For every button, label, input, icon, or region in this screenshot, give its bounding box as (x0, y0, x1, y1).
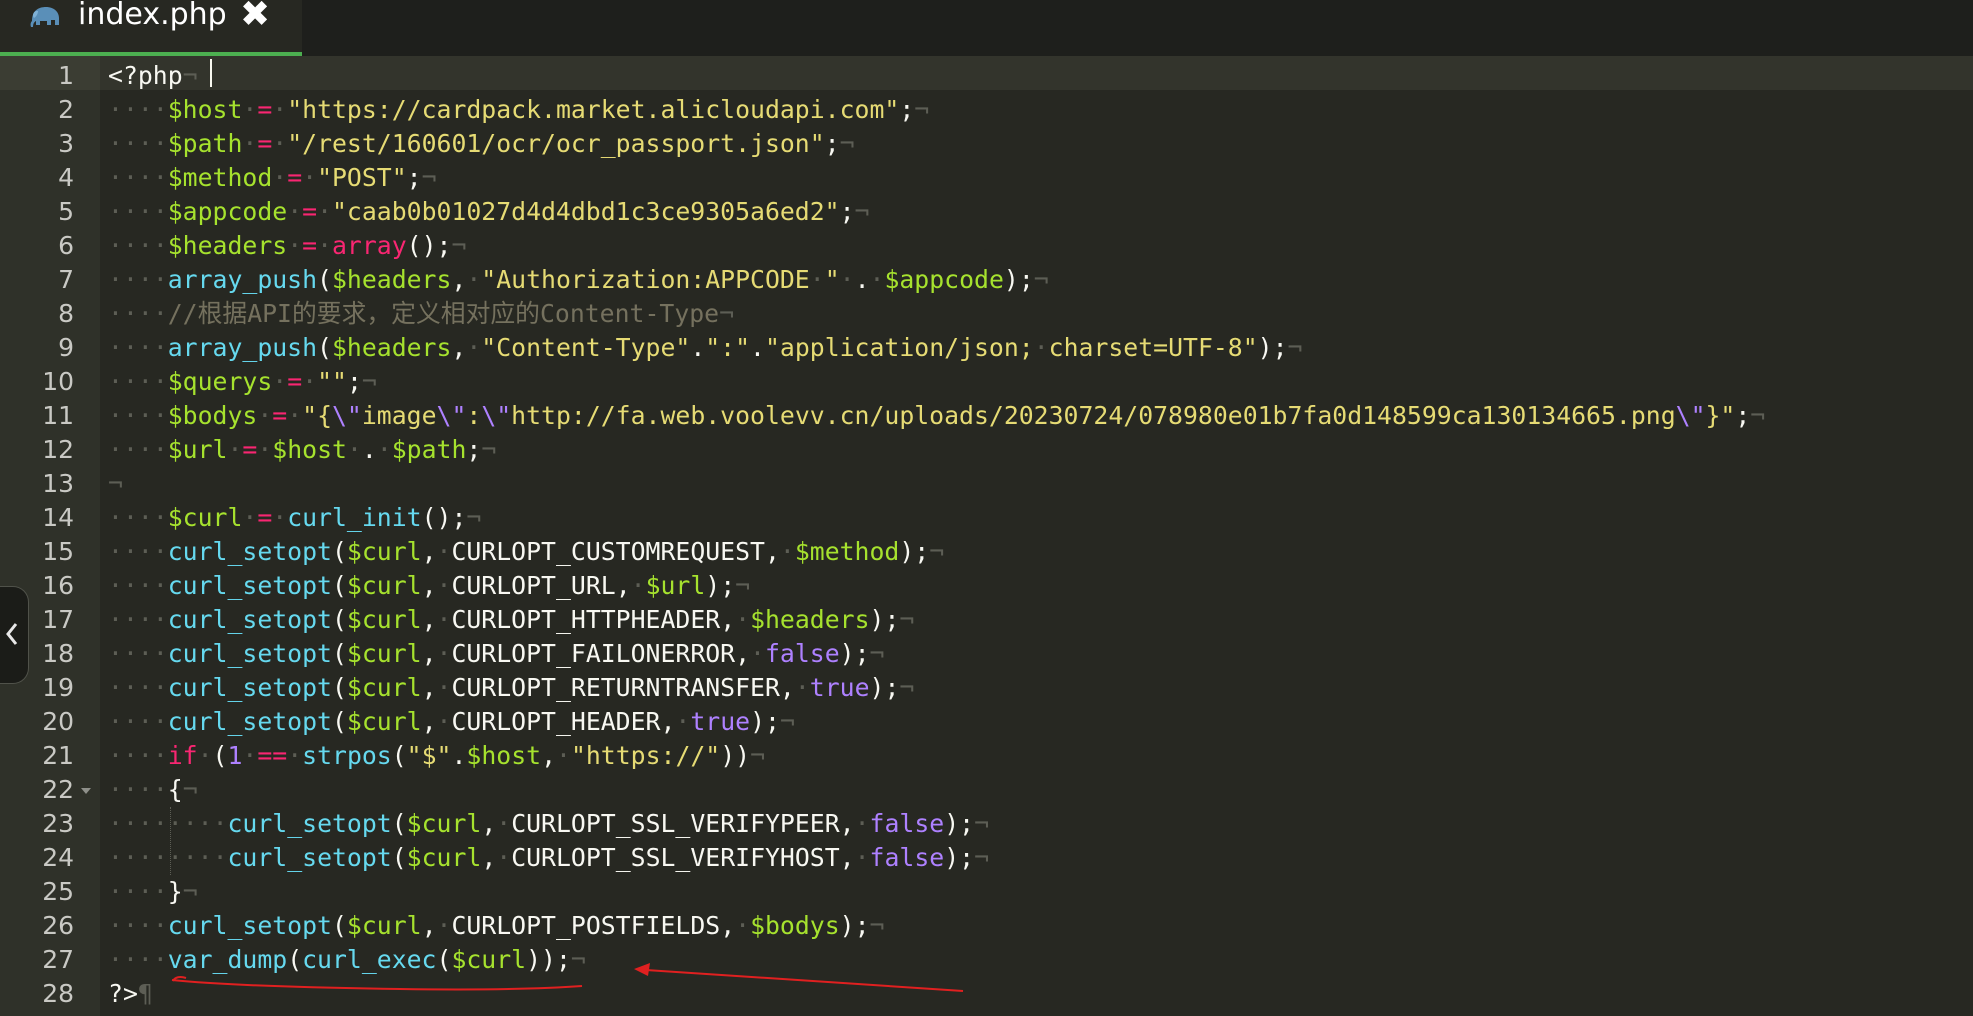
red-annotation-layer (171, 963, 964, 992)
red-arrow-annotation (645, 969, 964, 992)
red-arrow-head-icon (634, 963, 650, 976)
red-underline-annotation (171, 979, 583, 991)
